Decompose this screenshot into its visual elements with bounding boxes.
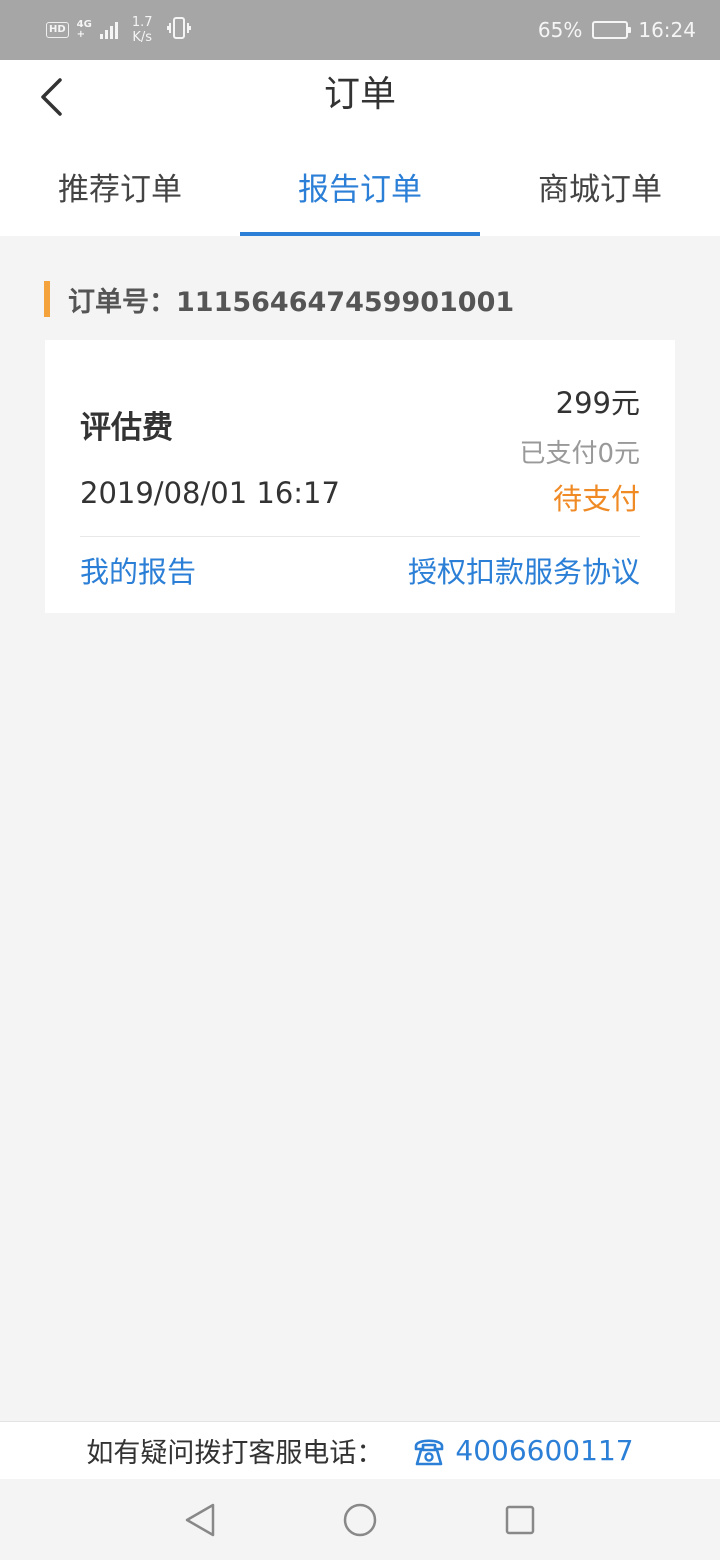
help-text: 如有疑问拨打客服电话： <box>86 1438 384 1469</box>
speed-unit: K/s <box>132 30 153 45</box>
battery-percent: 65% <box>537 18 583 42</box>
circle-home-icon <box>343 1503 377 1536</box>
order-card: 评估费 299元 已支付0元 2019/08/01 16:17 待支付 我的报告… <box>45 340 675 613</box>
tab-mall-orders[interactable]: 商城订单 <box>480 158 720 236</box>
phone-number[interactable]: 4006600117 <box>455 1434 633 1467</box>
card-divider <box>80 536 640 537</box>
order-date: 2019/08/01 16:17 <box>80 476 340 510</box>
square-recent-icon <box>505 1505 535 1534</box>
paid-amount: 已支付0元 <box>519 439 640 469</box>
app-header: 订单 推荐订单 报告订单 商城订单 <box>0 60 720 236</box>
triangle-back-icon <box>185 1503 215 1536</box>
order-number: 订单号：111564647459901001 <box>68 286 515 318</box>
order-tabs: 推荐订单 报告订单 商城订单 <box>0 158 720 236</box>
nav-recent-button[interactable] <box>490 1490 550 1550</box>
item-name: 评估费 <box>80 410 173 446</box>
signal-icon <box>99 21 118 39</box>
hd-badge: HD <box>46 22 69 38</box>
nav-back-button[interactable] <box>170 1490 230 1550</box>
battery-icon <box>592 21 632 39</box>
status-right: 65% 16:24 <box>538 18 696 42</box>
order-price: 299元 <box>555 386 640 420</box>
tab-recommended-orders[interactable]: 推荐订单 <box>0 158 240 236</box>
status-bar: HD 4G + 1.7 K/s 65% 16:24 <box>0 0 720 60</box>
page-title: 订单 <box>323 74 396 115</box>
status-left: HD 4G + 1.7 K/s <box>46 15 191 45</box>
speed-value: 1.7 <box>131 15 153 30</box>
network-speed: 1.7 K/s <box>132 15 153 45</box>
network-type: 4G + <box>77 20 92 40</box>
order-marker <box>44 281 50 317</box>
phone-icon[interactable] <box>411 1433 447 1469</box>
tab-report-orders[interactable]: 报告订单 <box>240 158 480 236</box>
network-sub-label: + <box>76 29 86 40</box>
nav-home-button[interactable] <box>330 1490 390 1550</box>
my-report-link[interactable]: 我的报告 <box>80 549 196 591</box>
order-status: 待支付 <box>552 482 640 516</box>
vibrate-icon <box>166 16 191 44</box>
order-number-row: 订单号：111564647459901001 <box>44 280 514 318</box>
system-nav-bar <box>0 1479 720 1560</box>
agreement-link[interactable]: 授权扣款服务协议 <box>408 549 640 591</box>
clock: 16:24 <box>638 18 696 42</box>
customer-service-bar: 如有疑问拨打客服电话： 4006600117 <box>0 1421 720 1479</box>
